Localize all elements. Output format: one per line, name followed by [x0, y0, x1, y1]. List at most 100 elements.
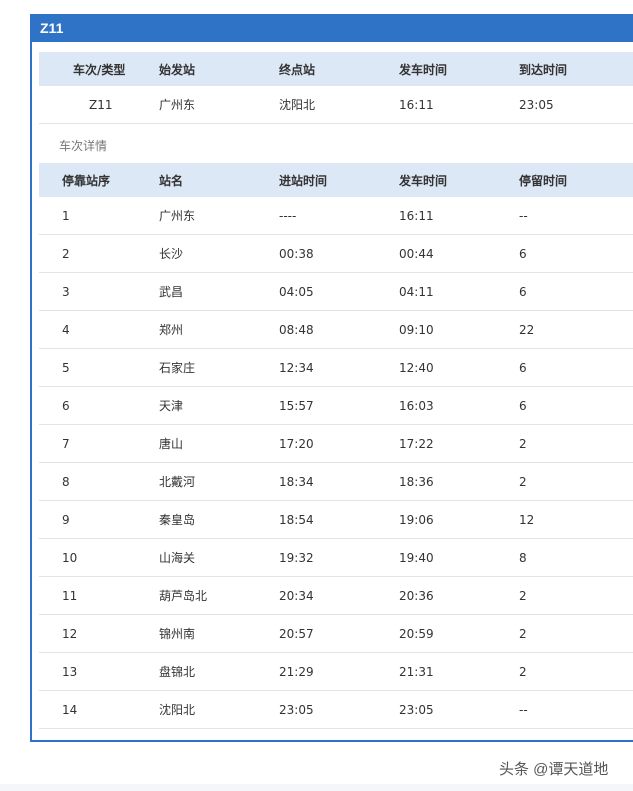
table-row: 12 锦州南 20:57 20:59 2 — [39, 615, 633, 653]
train-title: Z11 — [32, 15, 633, 42]
station-name: 武昌 — [159, 285, 184, 299]
train-info-panel: Z11 车次/类型 始发站 终点站 发车时间 到达时间 Z11 广州东 沈阳北 … — [30, 14, 633, 742]
stop-duration: 6 — [519, 246, 527, 261]
summary-header-cell: 车次/类型 — [73, 62, 126, 77]
train-number[interactable]: Z11 — [39, 98, 159, 112]
table-row: 6 天津 15:57 16:03 6 — [39, 387, 633, 425]
station-name: 长沙 — [159, 247, 184, 261]
table-row: 3 武昌 04:05 04:11 6 — [39, 273, 633, 311]
stop-seq: 1 — [62, 208, 70, 223]
table-row: 11 葫芦岛北 20:34 20:36 2 — [39, 577, 633, 615]
stop-seq: 11 — [62, 588, 78, 603]
arrival-time: 23:05 — [519, 97, 554, 112]
stop-seq: 4 — [62, 322, 70, 337]
arrive-time: 18:54 — [279, 512, 314, 527]
depart-time: 19:06 — [399, 512, 434, 527]
stop-seq: 14 — [62, 702, 78, 717]
detail-header-row: 停靠站序 站名 进站时间 发车时间 停留时间 — [39, 163, 633, 197]
stop-duration: 6 — [519, 360, 527, 375]
stop-seq: 3 — [62, 284, 70, 299]
arrive-time: 19:32 — [279, 550, 314, 565]
detail-section-label: 车次详情 — [59, 139, 108, 153]
station-name: 山海关 — [159, 551, 196, 565]
departure-time: 16:11 — [399, 97, 434, 112]
table-row: 2 长沙 00:38 00:44 6 — [39, 235, 633, 273]
station-name: 北戴河 — [159, 475, 196, 489]
stop-duration: 2 — [519, 474, 527, 489]
station-name: 唐山 — [159, 437, 184, 451]
stop-duration: 2 — [519, 436, 527, 451]
summary-header-cell: 终点站 — [279, 62, 316, 77]
table-row: 5 石家庄 12:34 12:40 6 — [39, 349, 633, 387]
arrive-time: 15:57 — [279, 398, 314, 413]
footer-strip — [0, 784, 633, 791]
table-row: 10 山海关 19:32 19:40 8 — [39, 539, 633, 577]
depart-time: 17:22 — [399, 436, 434, 451]
station-name: 郑州 — [159, 323, 184, 337]
arrive-time: 00:38 — [279, 246, 314, 261]
summary-header-cell: 始发站 — [159, 62, 196, 77]
table-row: 1 广州东 ---- 16:11 -- — [39, 197, 633, 235]
stop-seq: 5 — [62, 360, 70, 375]
table-row: 14 沈阳北 23:05 23:05 -- — [39, 691, 633, 729]
stop-duration: 8 — [519, 550, 527, 565]
summary-row: Z11 广州东 沈阳北 16:11 23:05 — [39, 86, 633, 124]
arrive-time: 21:29 — [279, 664, 314, 679]
stop-duration: 22 — [519, 322, 535, 337]
station-name: 锦州南 — [159, 627, 196, 641]
table-row: 13 盘锦北 21:29 21:31 2 — [39, 653, 633, 691]
detail-header-cell: 停靠站序 — [62, 173, 111, 188]
depart-time: 04:11 — [399, 284, 434, 299]
origin-station: 广州东 — [159, 98, 196, 112]
depart-time: 00:44 — [399, 246, 434, 261]
stop-duration: 2 — [519, 664, 527, 679]
stop-duration: 2 — [519, 588, 527, 603]
depart-time: 21:31 — [399, 664, 434, 679]
summary-header-cell: 到达时间 — [519, 62, 568, 77]
detail-header-cell: 停留时间 — [519, 173, 568, 188]
depart-time: 20:59 — [399, 626, 434, 641]
station-name: 葫芦岛北 — [159, 589, 208, 603]
arrive-time: 18:34 — [279, 474, 314, 489]
depart-time: 23:05 — [399, 702, 434, 717]
summary-header-row: 车次/类型 始发站 终点站 发车时间 到达时间 — [39, 52, 633, 86]
arrive-time: ---- — [279, 208, 297, 223]
arrive-time: 17:20 — [279, 436, 314, 451]
stop-duration: 6 — [519, 398, 527, 413]
depart-time: 20:36 — [399, 588, 434, 603]
depart-time: 12:40 — [399, 360, 434, 375]
detail-header-cell: 站名 — [159, 173, 184, 188]
arrive-time: 20:34 — [279, 588, 314, 603]
depart-time: 18:36 — [399, 474, 434, 489]
table-row: 4 郑州 08:48 09:10 22 — [39, 311, 633, 349]
station-name: 秦皇岛 — [159, 513, 196, 527]
stop-duration: 2 — [519, 626, 527, 641]
depart-time: 09:10 — [399, 322, 434, 337]
stop-seq: 7 — [62, 436, 70, 451]
stop-seq: 8 — [62, 474, 70, 489]
table-row: 8 北戴河 18:34 18:36 2 — [39, 463, 633, 501]
arrive-time: 04:05 — [279, 284, 314, 299]
station-name: 广州东 — [159, 209, 196, 223]
stop-duration: 12 — [519, 512, 535, 527]
detail-header-cell: 发车时间 — [399, 173, 448, 188]
station-name: 天津 — [159, 399, 184, 413]
summary-header-cell: 发车时间 — [399, 62, 448, 77]
station-name: 盘锦北 — [159, 665, 196, 679]
table-row: 9 秦皇岛 18:54 19:06 12 — [39, 501, 633, 539]
depart-time: 16:03 — [399, 398, 434, 413]
destination-station: 沈阳北 — [279, 98, 316, 112]
stop-duration: 6 — [519, 284, 527, 299]
depart-time: 16:11 — [399, 208, 434, 223]
arrive-time: 23:05 — [279, 702, 314, 717]
arrive-time: 20:57 — [279, 626, 314, 641]
stop-seq: 6 — [62, 398, 70, 413]
detail-header-cell: 进站时间 — [279, 173, 328, 188]
stop-seq: 9 — [62, 512, 70, 527]
station-name: 沈阳北 — [159, 703, 196, 717]
stop-duration: -- — [519, 702, 528, 717]
stop-list: 1 广州东 ---- 16:11 -- 2 长沙 00:38 00:44 6 3 武昌 04:05 04:… — [39, 197, 633, 729]
stop-seq: 13 — [62, 664, 78, 679]
watermark: 头条 @谭天道地 — [499, 761, 609, 778]
stop-duration: -- — [519, 208, 528, 223]
